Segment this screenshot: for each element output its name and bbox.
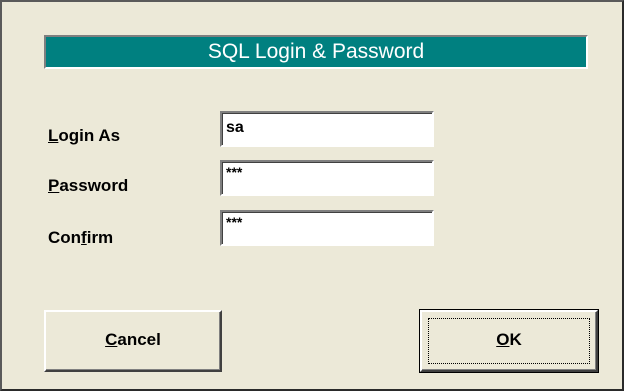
confirm-label-prefix: Con — [48, 228, 82, 247]
ok-button[interactable]: OK — [419, 309, 599, 373]
cancel-button[interactable]: Cancel — [44, 310, 222, 372]
ok-button-focus-ring — [428, 318, 590, 364]
login-input[interactable]: sa — [220, 111, 434, 147]
confirm-label-text: irm — [86, 228, 114, 247]
login-label-mnemonic: L — [48, 126, 59, 145]
confirm-input[interactable]: *** — [220, 210, 434, 246]
cancel-button-mnemonic: C — [105, 330, 118, 349]
login-label: Login As — [48, 126, 120, 146]
cancel-button-label: ancel — [117, 330, 161, 349]
password-label-text: assword — [59, 176, 129, 195]
password-input[interactable]: *** — [220, 160, 434, 196]
confirm-label: Confirm — [48, 228, 113, 248]
dialog-window: SQL Login & Password Login As sa Passwor… — [0, 0, 624, 391]
password-label: Password — [48, 176, 128, 196]
password-label-mnemonic: P — [48, 176, 60, 195]
login-label-text: ogin As — [58, 126, 121, 145]
dialog-title: SQL Login & Password — [44, 35, 588, 69]
